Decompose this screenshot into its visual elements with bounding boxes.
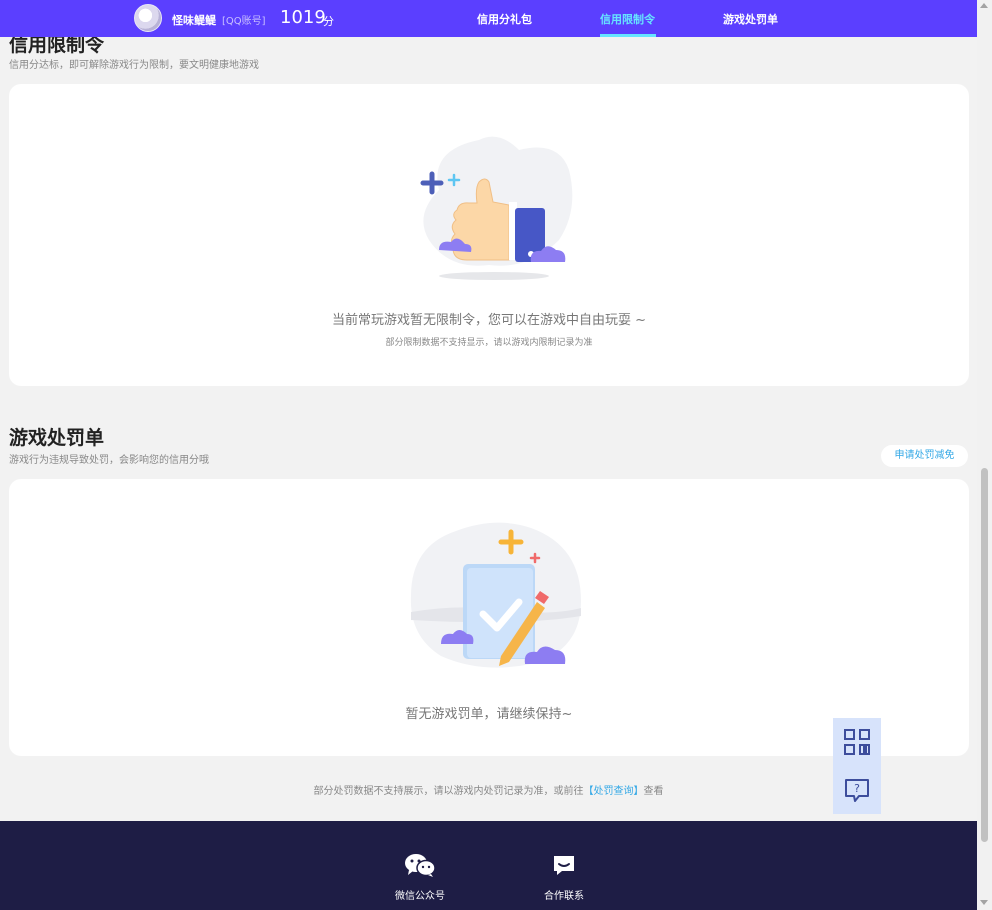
page-scrollbar[interactable] — [977, 0, 992, 910]
footer-wechat-account[interactable]: 微信公众号 — [380, 853, 460, 902]
account-type-label: [QQ账号] — [222, 16, 266, 27]
scroll-down-arrow-icon[interactable] — [980, 900, 988, 905]
restriction-empty-message: 当前常玩游戏暂无限制令，您可以在游戏中自由玩耍 ~ — [331, 313, 647, 328]
footer-cooperation-contact[interactable]: 合作联系 — [524, 853, 604, 902]
help-chat-icon: ? — [845, 779, 869, 802]
svg-text:?: ? — [854, 782, 860, 795]
footer-cooperation-label: 合作联系 — [544, 891, 584, 902]
tab-game-penalty[interactable]: 游戏处罚单 — [723, 11, 778, 27]
top-navigation-bar: 怪味鳀鳀 [QQ账号] 1019 分 信用分礼包 信用限制令 游戏处罚单 — [0, 0, 977, 37]
restriction-card: 当前常玩游戏暂无限制令，您可以在游戏中自由玩耍 ~ 部分限制数据不支持显示，请以… — [9, 84, 969, 386]
restriction-data-note: 部分限制数据不支持显示，请以游戏内限制记录为准 — [385, 338, 593, 348]
restriction-section-subtitle: 信用分达标，即可解除游戏行为限制，要文明健康地游戏 — [9, 60, 259, 71]
scroll-up-arrow-icon[interactable] — [980, 3, 988, 8]
penalty-card: 暂无游戏罚单，请继续保持~ — [9, 479, 969, 756]
tab-credit-gift[interactable]: 信用分礼包 — [477, 11, 532, 27]
qr-code-icon — [844, 729, 870, 755]
wechat-icon — [405, 854, 436, 877]
tab-credit-restriction[interactable]: 信用限制令 — [600, 11, 655, 27]
credit-score: 1019 — [280, 7, 326, 28]
help-feedback-button[interactable]: ? — [833, 766, 881, 814]
footnote-suffix: 查看 — [643, 786, 664, 797]
penalty-empty-message: 暂无游戏罚单，请继续保持~ — [405, 707, 573, 722]
chat-bubble-icon — [554, 856, 574, 875]
penalty-footnote: 部分处罚数据不支持展示，请以游戏内处罚记录为准，或前往【处罚查询】查看 — [0, 782, 977, 797]
checked-document-icon — [401, 516, 585, 671]
footnote-text: 部分处罚数据不支持展示，请以游戏内处罚记录为准，或前往 — [313, 786, 584, 797]
page-footer: 微信公众号 合作联系 — [0, 821, 977, 910]
qr-code-button[interactable] — [833, 718, 881, 766]
user-name: 怪味鳀鳀 — [172, 14, 216, 27]
active-tab-indicator — [600, 34, 656, 37]
penalty-query-link[interactable]: 【处罚查询】 — [584, 786, 644, 797]
credit-score-unit: 分 — [323, 15, 334, 28]
penalty-section-title: 游戏处罚单 — [9, 427, 105, 449]
scroll-thumb[interactable] — [981, 468, 988, 842]
thumbs-up-icon — [409, 130, 579, 280]
avatar[interactable] — [134, 4, 162, 32]
penalty-section-subtitle: 游戏行为违规导致处罚，会影响您的信用分哦 — [9, 455, 209, 466]
footer-wechat-label: 微信公众号 — [395, 891, 445, 902]
apply-penalty-reduction-button[interactable]: 申请处罚减免 — [881, 445, 968, 467]
